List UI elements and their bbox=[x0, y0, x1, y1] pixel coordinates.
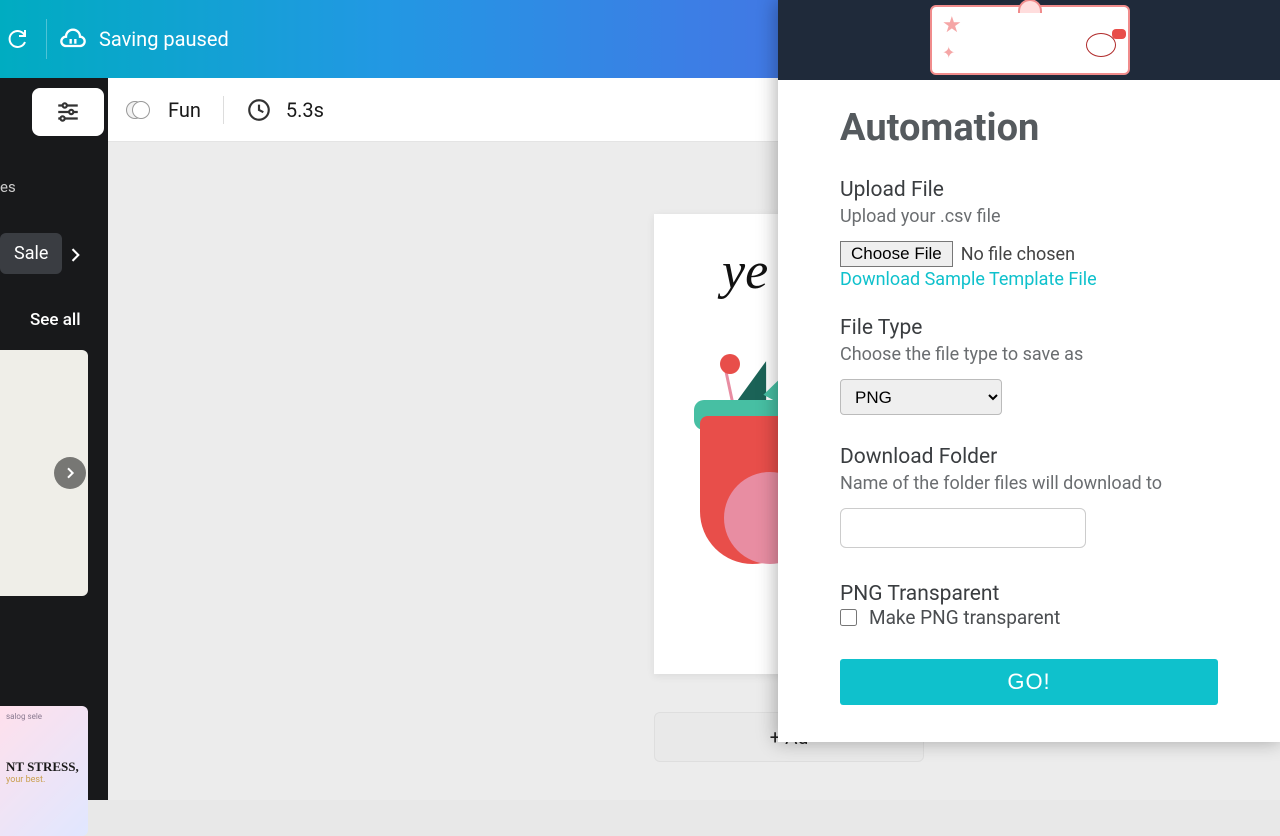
automation-extension-panel: ★ ✦ Automation Upload File Upload your .… bbox=[778, 0, 1280, 742]
design-script-text: ye bbox=[722, 242, 768, 301]
folder-sub: Name of the folder files will download t… bbox=[840, 473, 1242, 494]
transition-icon[interactable] bbox=[126, 96, 154, 124]
transparent-checkbox[interactable] bbox=[840, 609, 857, 626]
panel-title: Automation bbox=[840, 106, 1242, 150]
upload-heading: Upload File bbox=[840, 178, 1242, 202]
thumbnail-small-text: salog sele bbox=[6, 712, 82, 721]
transparent-label[interactable]: Make PNG transparent bbox=[869, 606, 1060, 629]
extension-logo: ★ ✦ bbox=[930, 5, 1130, 75]
duration-value[interactable]: 5.3s bbox=[286, 98, 324, 122]
templates-sidebar: es Sale See all COMING SOON salog sele N… bbox=[0, 78, 108, 800]
folder-heading: Download Folder bbox=[840, 445, 1242, 469]
redo-button[interactable] bbox=[0, 22, 34, 56]
transparent-heading: PNG Transparent bbox=[840, 582, 1242, 606]
tags-next-button[interactable] bbox=[56, 236, 94, 274]
sidebar-category-label: es bbox=[0, 178, 16, 196]
filetype-sub: Choose the file type to save as bbox=[840, 344, 1242, 365]
save-status-text: Saving paused bbox=[99, 27, 229, 51]
upload-sub: Upload your .csv file bbox=[840, 206, 1242, 227]
file-chosen-status: No file chosen bbox=[961, 244, 1075, 265]
extension-header: ★ ✦ bbox=[778, 0, 1280, 80]
choose-file-button[interactable]: Choose File bbox=[840, 241, 953, 267]
thumbnails-next-button[interactable] bbox=[54, 457, 86, 489]
transition-name[interactable]: Fun bbox=[168, 98, 201, 122]
template-thumbnail[interactable]: COMING SOON bbox=[0, 350, 88, 596]
sale-tag-button[interactable]: Sale bbox=[0, 233, 62, 274]
filetype-select[interactable]: PNG bbox=[840, 379, 1002, 415]
download-sample-link[interactable]: Download Sample Template File bbox=[840, 269, 1097, 290]
download-folder-input[interactable] bbox=[840, 508, 1086, 548]
cloud-paused-icon bbox=[59, 25, 87, 53]
thumbnail-sub-text: your best. bbox=[6, 775, 82, 785]
filetype-heading: File Type bbox=[840, 316, 1242, 340]
template-thumbnail[interactable]: salog sele NT STRESS, your best. bbox=[0, 706, 88, 836]
go-button[interactable]: GO! bbox=[840, 659, 1218, 705]
thumbnail-big-text: NT STRESS, bbox=[6, 759, 82, 775]
filter-button[interactable] bbox=[32, 88, 104, 136]
see-all-link[interactable]: See all bbox=[30, 310, 81, 330]
clock-icon[interactable] bbox=[246, 97, 272, 123]
